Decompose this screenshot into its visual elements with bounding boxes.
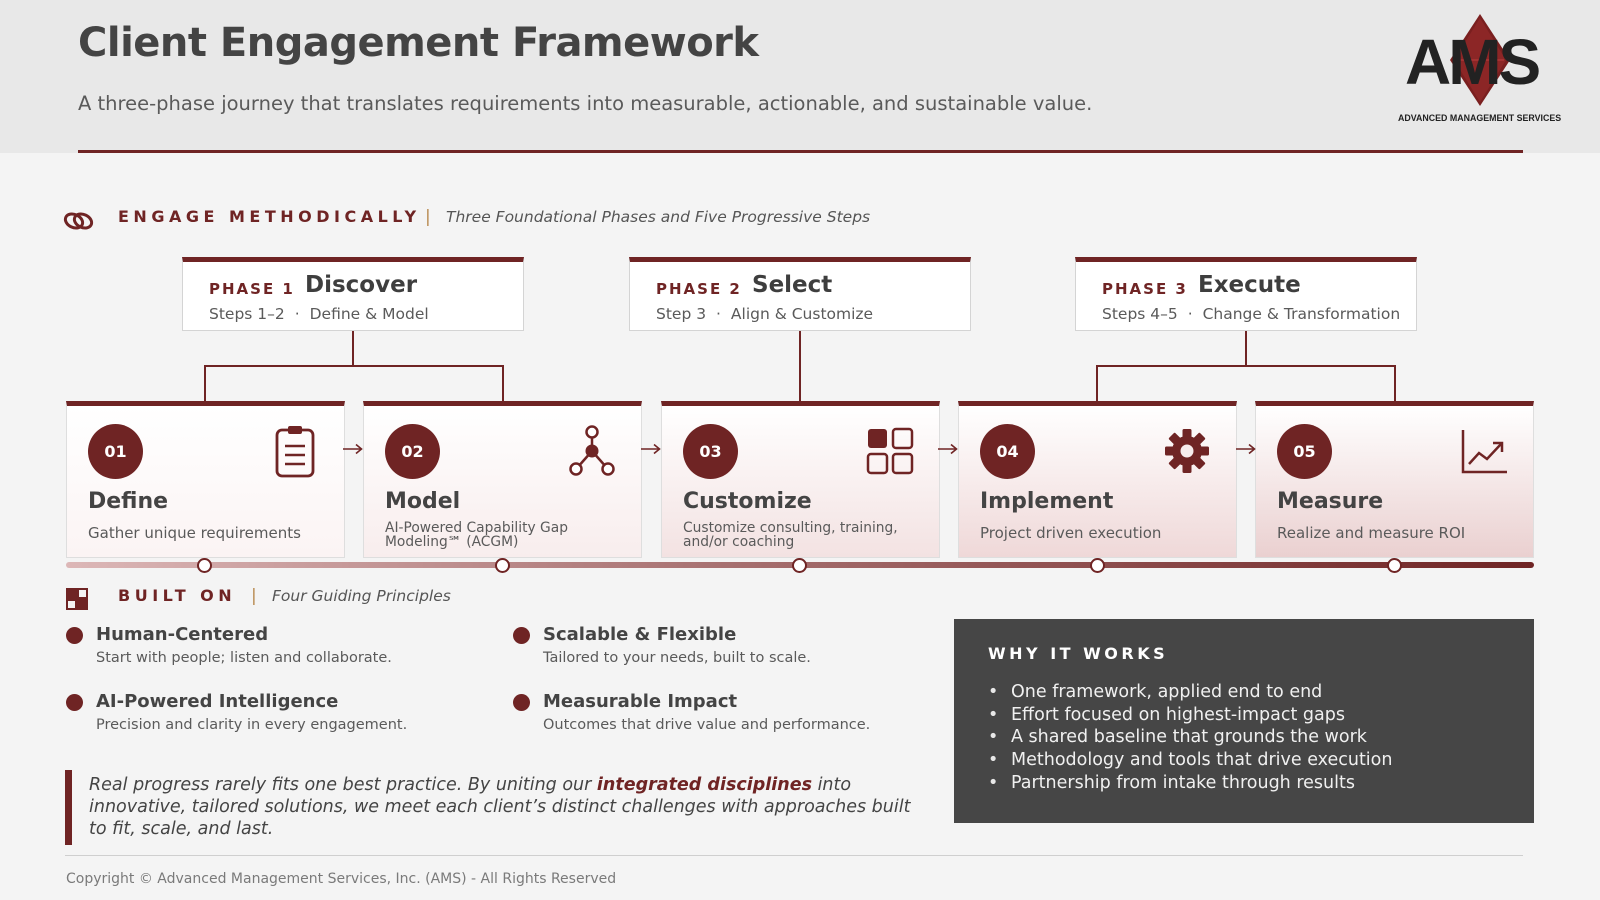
- timeline-dot: [1387, 558, 1402, 573]
- step-card-model: 02 Model AI-Powered Capability Gap Model…: [363, 401, 642, 558]
- phase-3-connector-left: [1096, 365, 1098, 401]
- list-item: Methodology and tools that drive executi…: [988, 749, 1392, 772]
- step-2-description: AI-Powered Capability Gap Modeling℠ (ACG…: [385, 520, 568, 550]
- phase-1-connector-left: [204, 365, 206, 401]
- phase-1-steps: Steps 1–2 · Define & Model: [209, 305, 429, 323]
- phase-3-box: PHASE 3 Execute Steps 4–5 · Change & Tra…: [1075, 257, 1417, 331]
- closing-quote: Real progress rarely fits one best pract…: [89, 775, 911, 839]
- step-3-title: Customize: [683, 489, 812, 514]
- step-1-description: Gather unique requirements: [88, 524, 301, 542]
- list-item: Effort focused on highest-impact gaps: [988, 704, 1392, 727]
- timeline-dot: [197, 558, 212, 573]
- quote-highlight: integrated disciplines: [596, 775, 812, 795]
- section-engage-description: Three Foundational Phases and Five Progr…: [446, 208, 871, 226]
- principle-3-title: AI-Powered Intelligence: [96, 691, 339, 712]
- clipboard-icon: [275, 426, 315, 478]
- step-1-number: 01: [88, 424, 143, 479]
- why-it-works-panel: WHY IT WORKS One framework, applied end …: [954, 619, 1534, 823]
- principle-bullet: [513, 694, 530, 711]
- link-rings-icon: [63, 212, 94, 230]
- principle-2-description: Tailored to your needs, built to scale.: [543, 650, 811, 666]
- phase-2-name: Select: [752, 272, 833, 298]
- principle-bullet: [66, 694, 83, 711]
- principle-4-title: Measurable Impact: [543, 691, 738, 712]
- timeline-dot: [1090, 558, 1105, 573]
- phase-2-number: PHASE 2: [656, 280, 742, 298]
- phase-3-steps: Steps 4–5 · Change & Transformation: [1102, 305, 1401, 323]
- phase-3-connector-bar: [1096, 365, 1396, 367]
- arrow-right-icon: [938, 443, 958, 455]
- footer-divider: [65, 855, 1523, 856]
- grid-squares-icon: [866, 427, 914, 475]
- principle-4-description: Outcomes that drive value and performanc…: [543, 717, 871, 733]
- header-divider: [78, 150, 1523, 153]
- arrow-right-icon: [641, 443, 661, 455]
- step-3-description: Customize consulting, training, and/or c…: [683, 520, 898, 550]
- section-engage-separator: |: [425, 207, 431, 227]
- principle-bullet: [513, 627, 530, 644]
- phase-2-box: PHASE 2 Select Step 3 · Align & Customiz…: [629, 257, 971, 331]
- timeline-dot: [495, 558, 510, 573]
- timeline-dot: [792, 558, 807, 573]
- section-built-on-separator: |: [251, 586, 257, 606]
- why-it-works-list: One framework, applied end to end Effort…: [988, 681, 1392, 795]
- step-4-title: Implement: [980, 489, 1114, 514]
- copyright-notice: Copyright © Advanced Management Services…: [66, 871, 617, 887]
- phase-1-connector-bar: [204, 365, 504, 367]
- page-subtitle: A three-phase journey that translates re…: [78, 92, 1093, 115]
- blocks-icon: [66, 588, 88, 610]
- network-nodes-icon: [569, 425, 615, 476]
- phase-1-connector-stem: [352, 331, 354, 366]
- step-4-description: Project driven execution: [980, 524, 1162, 542]
- list-item: One framework, applied end to end: [988, 681, 1392, 704]
- line-chart-icon: [1461, 430, 1507, 474]
- phase-2-connector-stem: [799, 331, 801, 401]
- principle-1-description: Start with people; listen and collaborat…: [96, 650, 392, 666]
- principle-2-title: Scalable & Flexible: [543, 624, 737, 645]
- step-3-number: 03: [683, 424, 738, 479]
- page-title: Client Engagement Framework: [78, 20, 759, 66]
- section-engage-label: ENGAGE METHODICALLY: [118, 207, 421, 226]
- arrow-right-icon: [1236, 443, 1256, 455]
- phase-3-connector-stem: [1245, 331, 1247, 366]
- step-card-measure: 05 Measure Realize and measure ROI: [1255, 401, 1534, 558]
- step-2-number: 02: [385, 424, 440, 479]
- phase-2-steps: Step 3 · Align & Customize: [656, 305, 874, 323]
- logo-subtext: ADVANCED MANAGEMENT SERVICES: [1398, 113, 1562, 124]
- step-card-define: 01 Define Gather unique requirements: [66, 401, 345, 558]
- section-built-on-label: BUILT ON: [118, 586, 237, 605]
- step-5-number: 05: [1277, 424, 1332, 479]
- phase-1-connector-right: [502, 365, 504, 401]
- list-item: Partnership from intake through results: [988, 772, 1392, 795]
- principle-1-title: Human-Centered: [96, 624, 269, 645]
- step-5-title: Measure: [1277, 489, 1384, 514]
- gear-icon: [1165, 429, 1209, 473]
- step-card-implement: 04 Implement Project driven execution: [958, 401, 1237, 558]
- step-1-title: Define: [88, 489, 169, 514]
- logo-wordmark: AMS: [1405, 26, 1541, 98]
- ams-logo: AMS ADVANCED MANAGEMENT SERVICES: [1398, 14, 1568, 126]
- step-card-customize: 03 Customize Customize consulting, train…: [661, 401, 940, 558]
- step-5-description: Realize and measure ROI: [1277, 524, 1466, 542]
- principle-3-description: Precision and clarity in every engagemen…: [96, 717, 408, 733]
- phase-3-name: Execute: [1198, 272, 1301, 298]
- phase-3-connector-right: [1394, 365, 1396, 401]
- phase-1-name: Discover: [305, 272, 418, 298]
- list-item: A shared baseline that grounds the work: [988, 726, 1392, 749]
- phase-1-number: PHASE 1: [209, 280, 295, 298]
- phase-3-number: PHASE 3: [1102, 280, 1188, 298]
- why-it-works-title: WHY IT WORKS: [988, 644, 1169, 663]
- phase-1-box: PHASE 1 Discover Steps 1–2 · Define & Mo…: [182, 257, 524, 331]
- quote-accent-bar: [65, 770, 72, 845]
- step-2-title: Model: [385, 489, 461, 514]
- step-4-number: 04: [980, 424, 1035, 479]
- section-built-on-description: Four Guiding Principles: [272, 587, 451, 605]
- principle-bullet: [66, 627, 83, 644]
- arrow-right-icon: [343, 443, 363, 455]
